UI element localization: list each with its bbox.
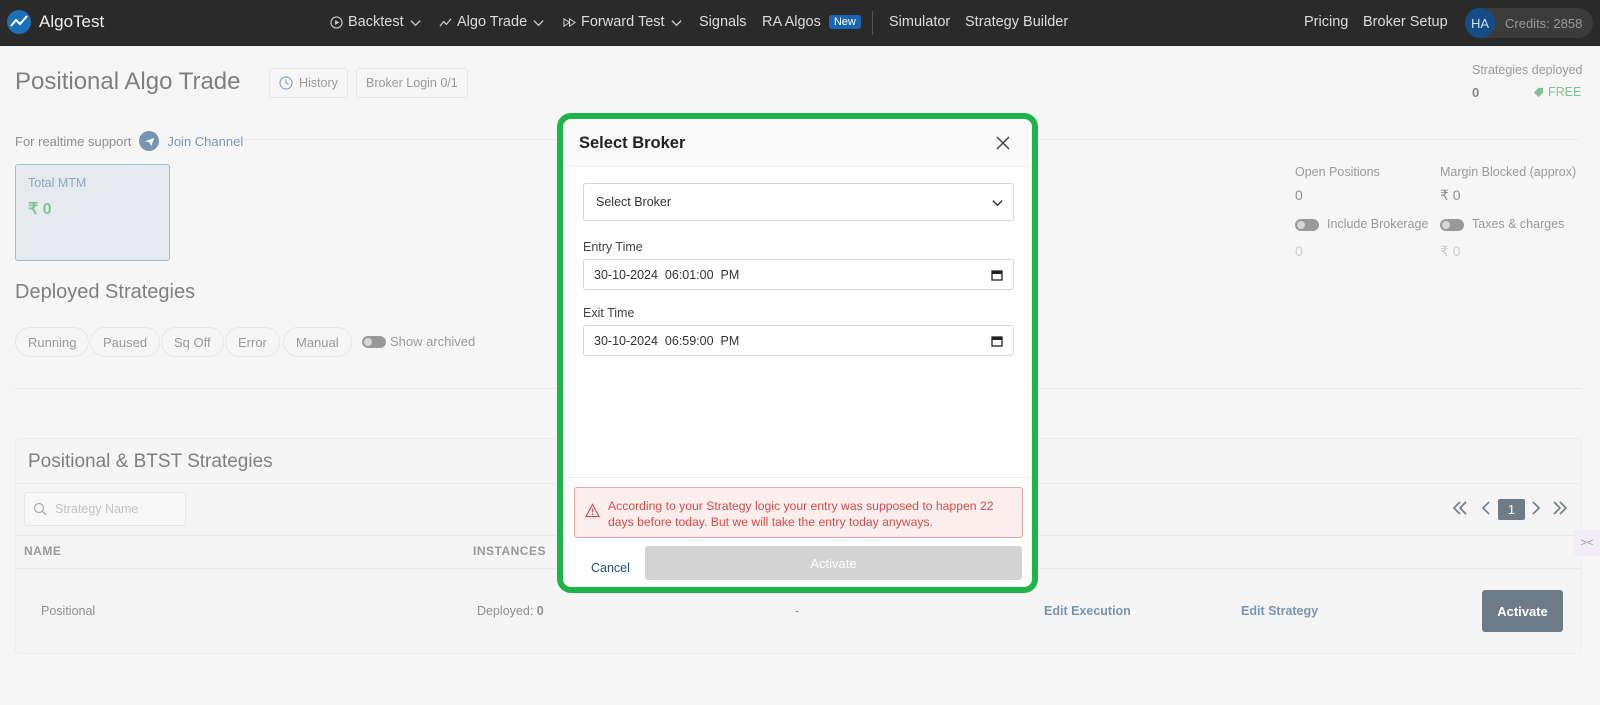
chevron-down-icon: [533, 19, 544, 26]
chevron-down-icon: [670, 19, 682, 26]
nav-pricing-label: Pricing: [1304, 14, 1349, 30]
nav-simulator-label: Simulator: [889, 14, 951, 30]
exit-time-label: Exit Time: [583, 306, 635, 320]
fast-forward-icon: [563, 17, 576, 27]
nav-signals-label: Signals: [699, 14, 747, 30]
close-icon[interactable]: [994, 134, 1012, 152]
nav-strategy-builder-label: Strategy Builder: [965, 14, 1069, 30]
nav-ra-algos[interactable]: RA Algos New: [762, 14, 861, 30]
warning-text: According to your Strategy logic your en…: [608, 499, 994, 529]
activate-button[interactable]: Activate: [645, 546, 1022, 580]
nav-forward-test-label: Forward Test: [581, 14, 665, 30]
entry-time-input[interactable]: 30-10-2024 06:01:00 PM: [583, 259, 1014, 290]
nav-backtest-label: Backtest: [348, 14, 404, 30]
select-broker-modal: Select Broker Select Broker Entry Time 3…: [564, 119, 1031, 587]
avatar[interactable]: HA: [1465, 8, 1495, 38]
brand-name: AlgoTest: [39, 12, 105, 31]
nav-broker-setup[interactable]: Broker Setup: [1363, 14, 1448, 30]
nav-strategy-builder[interactable]: Strategy Builder: [965, 14, 1068, 30]
play-circle-icon: [330, 15, 343, 29]
cancel-button[interactable]: Cancel: [591, 561, 630, 575]
entry-time-value: 30-10-2024 06:01:00 PM: [594, 267, 740, 282]
nav-forward-test[interactable]: Forward Test: [563, 14, 683, 30]
warning-triangle-icon: [585, 503, 600, 518]
trend-icon: [439, 17, 452, 27]
exit-time-value: 30-10-2024 06:59:00 PM: [594, 333, 740, 348]
exit-time-input[interactable]: 30-10-2024 06:59:00 PM: [583, 325, 1014, 356]
chevron-down-icon: [410, 19, 421, 26]
new-badge: New: [828, 15, 861, 29]
warning-alert: According to your Strategy logic your en…: [574, 487, 1023, 538]
nav-backtest[interactable]: Backtest: [330, 14, 422, 30]
modal-header: Select Broker: [564, 119, 1031, 167]
nav-signals[interactable]: Signals: [699, 14, 747, 30]
nav-algo-trade-label: Algo Trade: [457, 14, 528, 30]
nav-ra-algos-label: RA Algos: [762, 14, 821, 30]
entry-time-label: Entry Time: [583, 240, 643, 254]
modal-title: Select Broker: [579, 134, 686, 152]
top-nav: AlgoTest Backtest Algo Trade Forward Tes…: [0, 0, 1600, 46]
broker-select[interactable]: Select Broker: [583, 183, 1014, 221]
calendar-icon[interactable]: [991, 335, 1003, 347]
chevron-down-icon: [992, 200, 1003, 207]
broker-select-value: Select Broker: [596, 195, 672, 209]
nav-divider: [872, 11, 873, 35]
modal-footer-divider: [564, 477, 1031, 478]
nav-pricing[interactable]: Pricing: [1304, 14, 1348, 30]
calendar-icon[interactable]: [991, 269, 1003, 281]
nav-broker-setup-label: Broker Setup: [1363, 14, 1448, 30]
algotest-logo-icon: [7, 10, 31, 34]
nav-simulator[interactable]: Simulator: [889, 14, 950, 30]
credits-text: Credits: 2858: [1505, 15, 1583, 31]
brand-logo[interactable]: AlgoTest: [6, 9, 104, 35]
nav-algo-trade[interactable]: Algo Trade: [439, 14, 545, 30]
